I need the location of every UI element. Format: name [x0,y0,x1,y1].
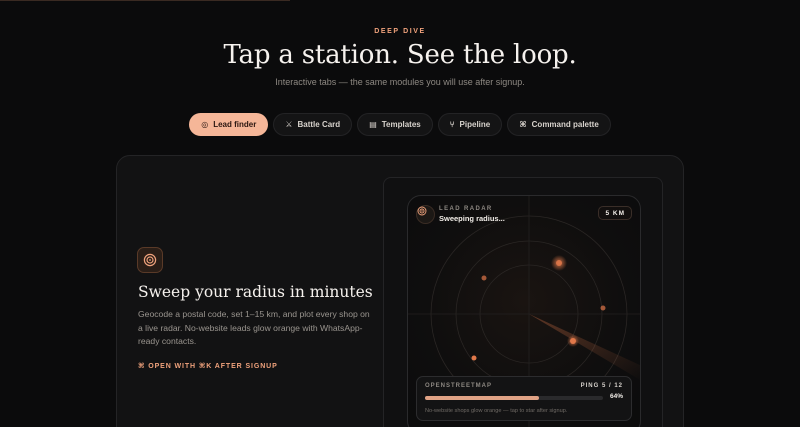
page-title: Tap a station. See the loop. [223,40,577,70]
branch-icon: ⑂ [449,119,455,129]
page-subtitle: Interactive tabs — the same modules you … [275,77,525,87]
tab-battle-card[interactable]: ⚔ Battle Card [273,113,353,136]
ping-counter: PING 5 / 12 [580,383,623,389]
tab-command-palette[interactable]: ⌘ Command palette [507,113,611,136]
radar-icon: ◎ [201,119,209,129]
lead-dot-2[interactable] [481,275,487,281]
progress-track [425,396,603,400]
tab-label: Command palette [531,120,599,129]
top-divider [0,0,290,1]
tab-pipeline[interactable]: ⑂ Pipeline [437,113,503,136]
radar-sweep-beam [529,314,640,380]
progress-fill [425,396,539,400]
data-source-label: OPENSTREETMAP [425,383,493,389]
lead-dot-1[interactable] [556,260,562,266]
lead-dot-5[interactable] [471,355,477,361]
progress-percent: 64% [609,393,623,400]
module-tabs: ◎ Lead finder ⚔ Battle Card ▤ Templates … [0,113,800,136]
lead-radar-card: LEAD RADAR Sweeping radius... 5 KM OPENS… [407,195,641,427]
swords-icon: ⚔ [285,119,293,129]
tab-label: Lead finder [213,120,257,129]
open-shortcut-link[interactable]: ⌘ OPEN WITH ⌘K AFTER SIGNUP [138,362,278,370]
tab-label: Templates [381,120,421,129]
radius-badge[interactable]: 5 KM [598,206,632,220]
template-icon: ▤ [369,119,377,129]
radar-note: No-website shops glow orange — tap to st… [425,408,568,414]
lead-dot-4[interactable] [570,338,576,344]
tab-templates[interactable]: ▤ Templates [357,113,433,136]
feature-description: Geocode a postal code, set 1–15 km, and … [138,309,370,346]
radar-icon [137,247,163,273]
command-icon: ⌘ [519,119,527,129]
tab-label: Pipeline [459,120,491,129]
radar-label: LEAD RADAR [439,206,493,212]
tab-lead-finder[interactable]: ◎ Lead finder [189,113,269,136]
feature-title: Sweep your radius in minutes [138,283,373,301]
scan-progress-card: OPENSTREETMAP PING 5 / 12 64% No-website… [416,376,632,421]
radar-status: Sweeping radius... [439,214,505,223]
lead-dot-3[interactable] [600,305,606,311]
section-eyebrow: DEEP DIVE [374,28,426,35]
radar-icon [416,205,435,224]
tab-label: Battle Card [297,120,341,129]
